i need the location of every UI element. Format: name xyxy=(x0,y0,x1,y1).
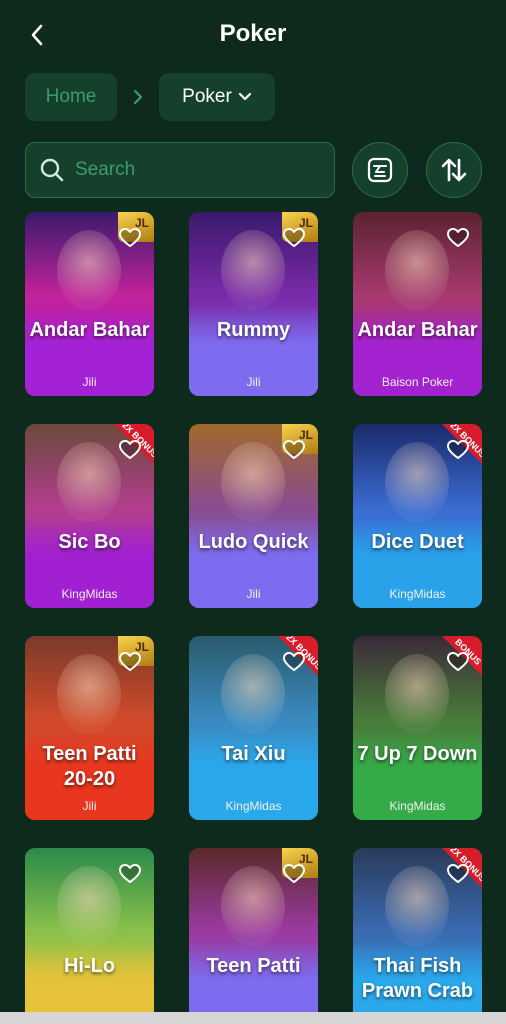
game-card[interactable]: 2X BONUS Thai Fish Prawn Crab xyxy=(353,848,482,1024)
game-title: Thai Fish Prawn Crab xyxy=(361,955,474,1002)
heart-icon xyxy=(283,228,305,247)
game-provider: Jili xyxy=(82,799,97,813)
filter-button[interactable] xyxy=(352,142,408,198)
game-card[interactable]: Hi-LoKingdom Poker xyxy=(25,848,154,1024)
heart-icon xyxy=(447,652,469,671)
sort-icon xyxy=(441,158,467,182)
favorite-button[interactable] xyxy=(446,438,470,462)
game-card[interactable]: Andar Bahar Baison Poker xyxy=(353,212,482,396)
game-art-figure xyxy=(385,230,449,310)
game-card[interactable]: 2X BONUS Tai Xiu KingMidas xyxy=(189,636,318,820)
game-provider: Jili xyxy=(246,587,261,601)
favorite-button[interactable] xyxy=(282,438,306,462)
game-card[interactable]: JL Ludo Quick Jili xyxy=(189,424,318,608)
game-art-figure xyxy=(221,442,285,522)
breadcrumb-home[interactable]: Home xyxy=(25,73,117,121)
game-art-figure xyxy=(221,866,285,946)
chevron-right-icon xyxy=(117,89,159,105)
heart-icon xyxy=(447,864,469,883)
game-title: 7 Up 7 Down xyxy=(357,743,478,765)
heart-icon xyxy=(447,440,469,459)
game-grid: JL Andar Bahar Jili JL Rummy Jili Andar Bahar B… xyxy=(25,212,482,1024)
system-navigation-bar xyxy=(0,1012,506,1024)
category-dropdown[interactable]: Poker xyxy=(159,73,275,121)
game-art-figure xyxy=(57,230,121,310)
game-title: Ludo Quick xyxy=(198,531,309,553)
game-provider: Baison Poker xyxy=(381,375,454,389)
game-card[interactable]: JLTeen PattiJili xyxy=(189,848,318,1024)
favorite-button[interactable] xyxy=(118,438,142,462)
filter-icon xyxy=(367,157,393,183)
heart-icon xyxy=(283,864,305,883)
page-title: Poker xyxy=(219,20,287,47)
game-title: Tai Xiu xyxy=(221,743,286,765)
heart-icon xyxy=(447,228,469,247)
game-art-figure xyxy=(221,230,285,310)
search-icon xyxy=(40,158,64,182)
game-card[interactable]: BONUS 7 Up 7 Down KingMidas xyxy=(353,636,482,820)
game-provider: KingMidas xyxy=(389,587,446,601)
game-title: Andar Bahar xyxy=(357,319,478,341)
search-input[interactable] xyxy=(75,159,305,181)
breadcrumb: Home Poker xyxy=(25,72,275,122)
game-art-figure xyxy=(57,654,121,734)
heart-icon xyxy=(119,228,141,247)
game-card[interactable]: JL Rummy Jili xyxy=(189,212,318,396)
favorite-button[interactable] xyxy=(118,862,142,886)
favorite-button[interactable] xyxy=(282,650,306,674)
game-provider: KingMidas xyxy=(225,799,282,813)
game-provider: KingMidas xyxy=(61,587,118,601)
favorite-button[interactable] xyxy=(118,226,142,250)
game-card[interactable]: 2X BONUS Sic Bo KingMidas xyxy=(25,424,154,608)
favorite-button[interactable] xyxy=(446,862,470,886)
game-title: Teen Patti 20-20 xyxy=(42,743,137,790)
favorite-button[interactable] xyxy=(446,226,470,250)
favorite-button[interactable] xyxy=(282,226,306,250)
game-title: Andar Bahar xyxy=(29,319,150,341)
game-provider: KingMidas xyxy=(389,799,446,813)
category-dropdown-label: Poker xyxy=(182,86,232,107)
chevron-down-icon xyxy=(238,92,251,101)
favorite-button[interactable] xyxy=(446,650,470,674)
game-card[interactable]: JL Andar Bahar Jili xyxy=(25,212,154,396)
game-provider: Jili xyxy=(246,375,261,389)
heart-icon xyxy=(283,652,305,671)
heart-icon xyxy=(119,440,141,459)
game-title: Hi-Lo xyxy=(63,955,116,977)
game-title: Sic Bo xyxy=(58,531,121,553)
game-provider: Jili xyxy=(82,375,97,389)
game-card[interactable]: 2X BONUS Dice Duet KingMidas xyxy=(353,424,482,608)
game-title: Teen Patti xyxy=(206,955,301,977)
heart-icon xyxy=(119,864,141,883)
game-title: Rummy xyxy=(216,319,291,341)
heart-icon xyxy=(119,652,141,671)
favorite-button[interactable] xyxy=(282,862,306,886)
game-title: Dice Duet xyxy=(371,531,464,553)
sort-button[interactable] xyxy=(426,142,482,198)
favorite-button[interactable] xyxy=(118,650,142,674)
game-card[interactable]: JL Teen Patti 20-20 Jili xyxy=(25,636,154,820)
header: Poker xyxy=(0,0,506,70)
heart-icon xyxy=(283,440,305,459)
game-art-figure xyxy=(57,866,121,946)
search-box[interactable] xyxy=(25,142,335,198)
